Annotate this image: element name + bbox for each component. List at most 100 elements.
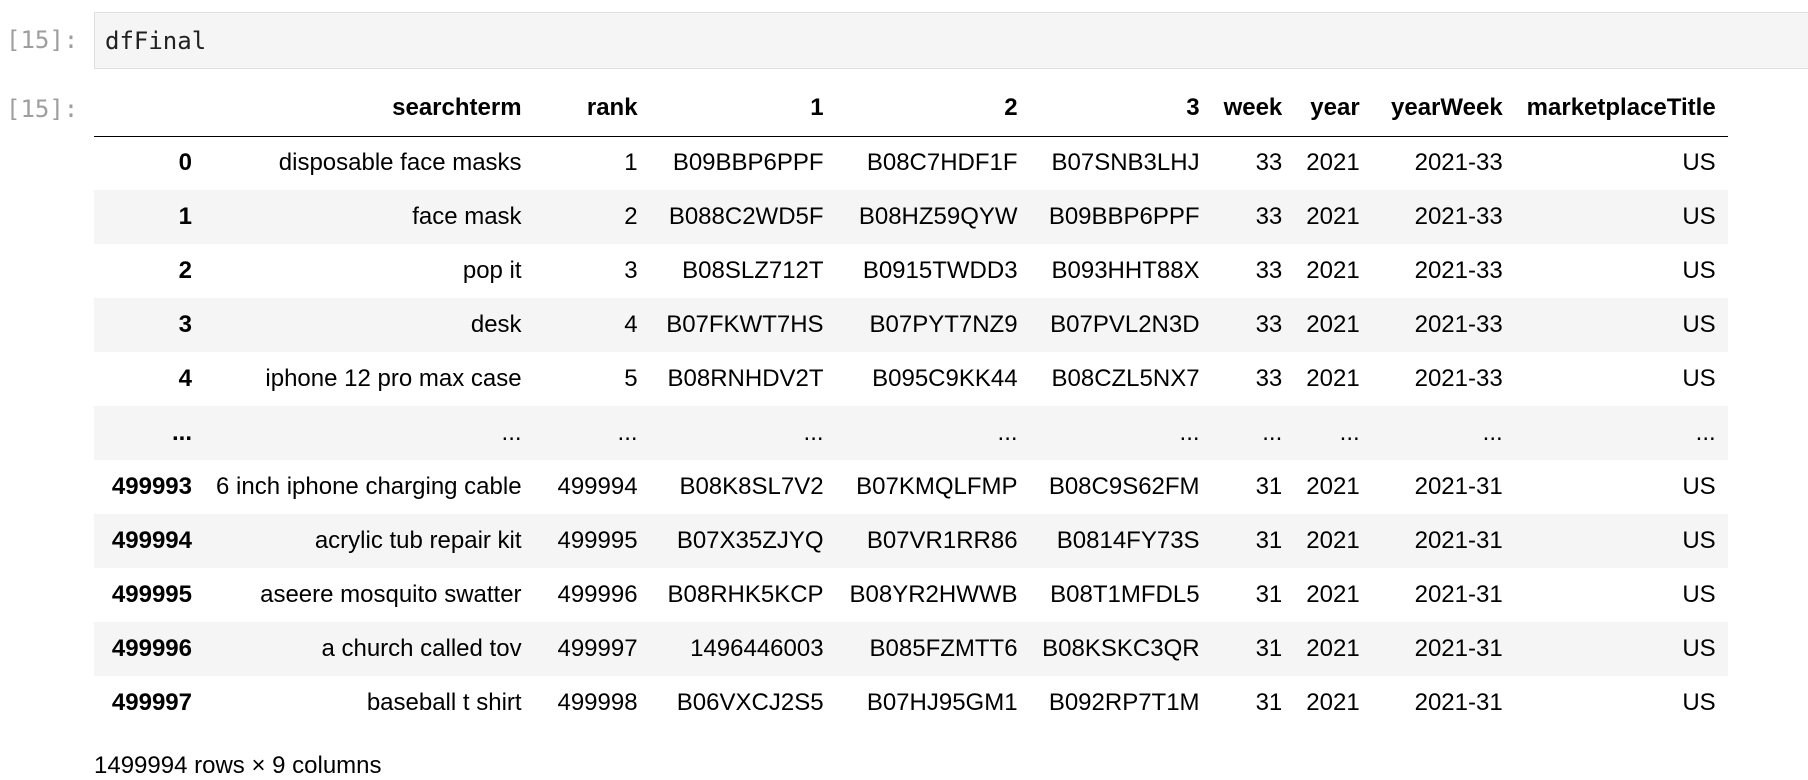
table-cell: 2021	[1306, 473, 1360, 500]
table-cell: ...	[1482, 419, 1503, 446]
table-cell: B08RNHDV2T	[667, 365, 824, 392]
table-cell: B08KSKC3QR	[1042, 635, 1200, 662]
table-row: 499996 a church called tov 499997 149644600…	[94, 622, 1728, 676]
table-cell: US	[1682, 581, 1716, 608]
table-cell: iphone 12 pro max case	[265, 365, 522, 392]
table-cell: 499998	[557, 689, 638, 716]
column-header: 3	[1029, 80, 1212, 137]
table-cell: 2021	[1306, 635, 1360, 662]
row-index: ...	[171, 419, 192, 446]
table-cell: ...	[803, 419, 824, 446]
table-cell: desk	[470, 311, 522, 338]
table-cell: 31	[1255, 473, 1283, 500]
table-cell: 2021-31	[1414, 581, 1503, 608]
table-cell: pop it	[462, 257, 522, 284]
table-cell: B07X35ZJYQ	[676, 527, 824, 554]
table-cell: B07VR1RR86	[866, 527, 1018, 554]
table-cell: 499995	[557, 527, 638, 554]
table-cell: 33	[1255, 311, 1283, 338]
table-header-row: searchterm rank 1 2 3 week year yearWeek marketp…	[94, 80, 1728, 137]
table-cell: 2021-33	[1414, 365, 1503, 392]
table-cell: B093HHT88X	[1051, 257, 1200, 284]
table-cell: ...	[617, 419, 638, 446]
table-row: 0 disposable face masks 1 B09BBP6PPF B08C7HD…	[94, 136, 1728, 190]
table-cell: 2021	[1306, 527, 1360, 554]
column-header: year	[1294, 80, 1372, 137]
table-body: 0 disposable face masks 1 B09BBP6PPF B08C7HD…	[94, 136, 1728, 730]
table-cell: ...	[1695, 419, 1716, 446]
table-cell: face mask	[412, 203, 522, 230]
table-cell: 33	[1255, 203, 1283, 230]
table-cell: B092RP7T1M	[1048, 689, 1200, 716]
table-row: 2 pop it 3 B08SLZ712T B0915TWDD3 B093HHT88X 33…	[94, 244, 1728, 298]
table-cell: US	[1682, 365, 1716, 392]
table-cell: 1496446003	[690, 635, 824, 662]
table-cell: US	[1682, 689, 1716, 716]
table-cell: 2021-31	[1414, 689, 1503, 716]
code-text: dfFinal	[105, 27, 207, 55]
table-cell: B06VXCJ2S5	[676, 689, 824, 716]
row-index: 0	[178, 149, 192, 177]
table-cell: 2021	[1306, 257, 1360, 284]
column-header: marketplaceTitle	[1514, 80, 1728, 137]
table-cell: 499996	[557, 581, 638, 608]
table-cell: aseere mosquito swatter	[260, 581, 522, 608]
table-cell: 33	[1255, 257, 1283, 284]
table-cell: 2021-31	[1414, 527, 1503, 554]
table-cell: 33	[1255, 149, 1283, 177]
table-cell: acrylic tub repair kit	[314, 527, 522, 554]
row-index: 499995	[111, 581, 192, 608]
table-cell: 2021-33	[1414, 149, 1503, 177]
column-header: 2	[835, 80, 1030, 137]
table-cell: US	[1682, 473, 1716, 500]
table-cell: 1	[624, 149, 638, 177]
table-cell: 2021	[1306, 365, 1360, 392]
table-cell: 33	[1255, 365, 1283, 392]
table-cell: US	[1682, 635, 1716, 662]
table-cell: 6 inch iphone charging cable	[216, 473, 522, 500]
column-header: searchterm	[204, 80, 534, 137]
table-cell: 31	[1255, 527, 1283, 554]
table-cell: 2021	[1306, 581, 1360, 608]
table-cell: B07KMQLFMP	[856, 473, 1018, 500]
table-cell: US	[1682, 149, 1716, 177]
row-index: 499993	[111, 473, 192, 500]
table-cell: ...	[1179, 419, 1200, 446]
row-index: 3	[178, 311, 192, 338]
table-cell: 3	[624, 257, 638, 284]
table-cell: 2021-33	[1414, 203, 1503, 230]
table-row: 3 desk 4 B07FKWT7HS B07PYT7NZ9 B07PVL2N3D 33 20…	[94, 298, 1728, 352]
table-cell: 5	[624, 365, 638, 392]
table-row: 499997 baseball t shirt 499998 B06VXCJ2S5 B0…	[94, 676, 1728, 730]
table-cell: 2021-33	[1414, 257, 1503, 284]
row-index: 2	[178, 257, 192, 284]
table-cell: ...	[1339, 419, 1360, 446]
table-cell: B095C9KK44	[872, 365, 1018, 392]
table-cell: B07SNB3LHJ	[1051, 149, 1200, 177]
table-cell: B08C9S62FM	[1048, 473, 1200, 500]
table-cell: B07PYT7NZ9	[869, 311, 1018, 338]
table-cell: 2021-33	[1414, 311, 1503, 338]
row-index: 4	[178, 365, 192, 392]
table-cell: 2	[624, 203, 638, 230]
table-cell: 31	[1255, 635, 1283, 662]
table-cell: 2021-31	[1414, 635, 1503, 662]
table-cell: B0814FY73S	[1056, 527, 1200, 554]
table-cell: B08C7HDF1F	[866, 149, 1018, 177]
table-cell: B07FKWT7HS	[666, 311, 824, 338]
table-row: ..............................	[94, 406, 1728, 460]
table-cell: B0915TWDD3	[862, 257, 1018, 284]
table-cell: 499994	[557, 473, 638, 500]
table-cell: 2021-31	[1414, 473, 1503, 500]
column-header: week	[1211, 80, 1295, 137]
table-row: 4 iphone 12 pro max case 5 B08RNHDV2T B095C9…	[94, 352, 1728, 406]
table-cell: disposable face masks	[278, 149, 522, 177]
table-cell: B08K8SL7V2	[679, 473, 824, 500]
column-header: yearWeek	[1371, 80, 1515, 137]
code-input-cell[interactable]: dfFinal	[94, 12, 1808, 69]
table-cell: 499997	[557, 635, 638, 662]
table-cell: ...	[997, 419, 1018, 446]
table-cell: ...	[501, 419, 522, 446]
table-row: 499993 6 inch iphone charging cable 499994…	[94, 460, 1728, 514]
row-index: 499997	[111, 689, 192, 716]
